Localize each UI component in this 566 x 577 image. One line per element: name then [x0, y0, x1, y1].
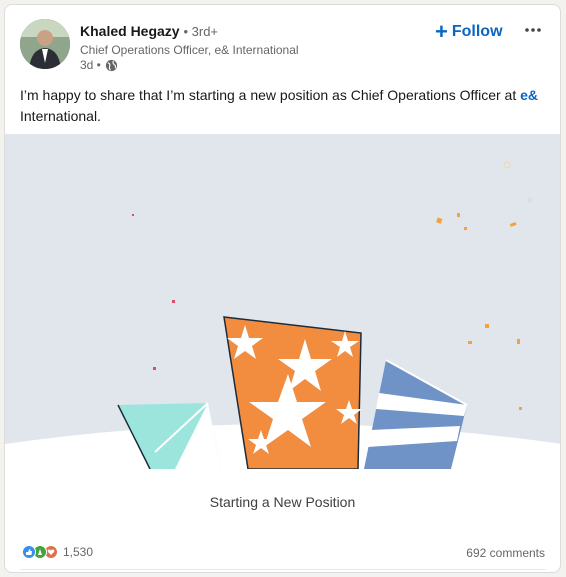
ellipsis-icon [525, 28, 541, 32]
like-icon [22, 545, 36, 559]
orange-star-gift-icon [223, 316, 362, 469]
social-counts-bar: 1,530 692 comments [5, 539, 560, 567]
globe-icon [105, 59, 117, 71]
post-header: Khaled Hegazy • 3rd+ Chief Operations Of… [5, 5, 560, 83]
more-options-button[interactable] [520, 17, 546, 43]
reaction-count: 1,530 [63, 545, 94, 559]
image-caption: Starting a New Position [209, 494, 356, 510]
avatar-photo-icon [20, 19, 70, 69]
author-headline: Chief Operations Officer, e& Internation… [80, 43, 299, 57]
post-meta: 3d • [80, 58, 118, 72]
connection-degree: • 3rd+ [183, 24, 219, 39]
reactions-summary[interactable]: 1,530 [22, 545, 93, 559]
author-avatar[interactable] [20, 19, 70, 69]
author-name-row: Khaled Hegazy • 3rd+ [80, 23, 218, 39]
post-time: 3d • [80, 58, 101, 72]
comments-count-link[interactable]: 692 comments [466, 546, 545, 560]
new-position-illustration[interactable] [5, 134, 561, 469]
post-card: Khaled Hegazy • 3rd+ Chief Operations Of… [4, 4, 561, 573]
follow-button[interactable]: + Follow [435, 18, 503, 46]
plus-icon: + [435, 19, 448, 44]
post-text-start: I’m happy to share that I’m starting a n… [20, 87, 521, 103]
author-name[interactable]: Khaled Hegazy [80, 23, 180, 39]
company-mention-link[interactable]: e& [520, 87, 538, 103]
post-text: I’m happy to share that I’m starting a n… [20, 85, 540, 127]
footer-divider [20, 569, 546, 570]
follow-label: Follow [451, 23, 503, 40]
post-text-end: International. [20, 108, 101, 124]
